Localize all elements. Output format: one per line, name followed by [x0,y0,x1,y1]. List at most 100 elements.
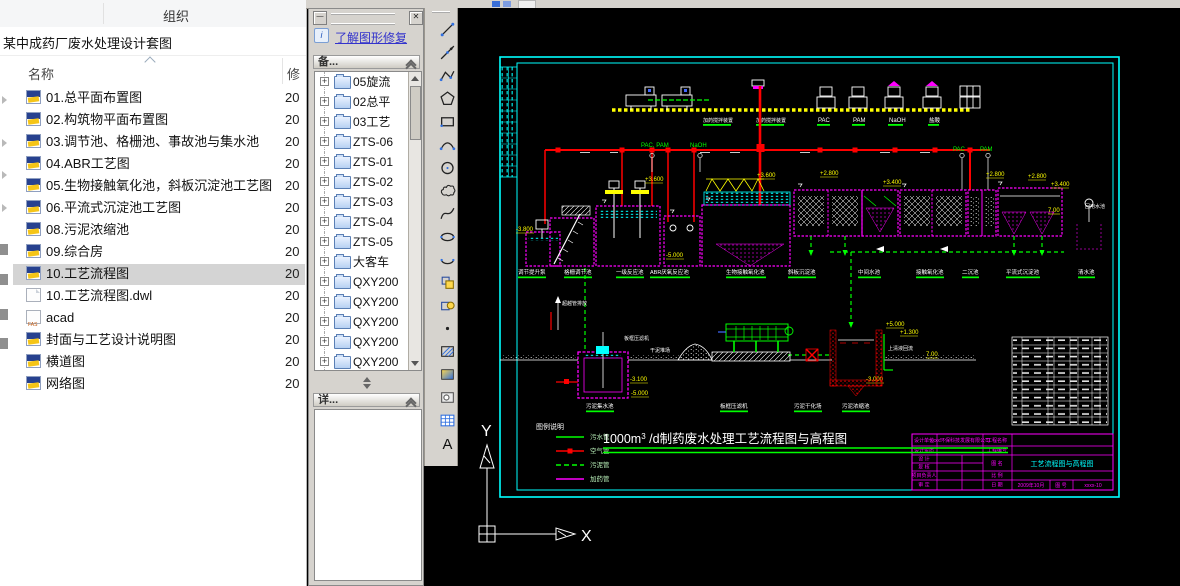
tree-item[interactable]: + QXY200 [315,292,421,312]
tool-spline-icon[interactable] [431,202,452,223]
tool-multiline-text-icon[interactable]: A [431,432,452,453]
tool-gradient-icon[interactable] [431,363,452,384]
svg-text:ABR厌氧反应池: ABR厌氧反应池 [650,268,689,276]
svg-text:PAC: PAC [818,118,831,124]
tool-region-icon[interactable] [431,386,452,407]
tree-item[interactable]: + ZTS-03 [315,192,421,212]
tool-table-icon[interactable] [431,409,452,430]
address-bar[interactable]: 某中成药厂废水处理设计套图 [0,27,306,56]
tool-construction-line-icon[interactable] [431,41,452,62]
tool-ellipse-arc-icon[interactable] [431,248,452,269]
tree-item[interactable]: + QXY200 [315,332,421,352]
expand-plus-icon[interactable]: + [320,197,329,206]
file-date: 20 [285,308,299,328]
tree-item[interactable]: + QXY200 [315,352,421,371]
expand-plus-icon[interactable]: + [320,137,329,146]
file-row[interactable]: 04.ABR工艺图20 [13,154,305,175]
tree-item[interactable]: + 03工艺 [315,112,421,132]
file-name: 03.调节池、格栅池、事故池与集水池 [46,132,259,152]
nav-expand-arrow-icon[interactable] [2,171,7,179]
expand-plus-icon[interactable]: + [320,357,329,366]
file-row-selected[interactable]: 10.工艺流程图20 [13,264,305,285]
palette-grip[interactable] [331,13,395,25]
tree-item[interactable]: + ZTS-02 [315,172,421,192]
expand-plus-icon[interactable]: + [320,237,329,246]
file-row[interactable]: 06.平流式沉淀池工艺图20 [13,198,305,219]
tool-circle-icon[interactable] [431,156,452,177]
file-row[interactable]: 01.总平面布置图20 [13,88,305,109]
backup-files-header[interactable]: 备... [313,55,420,69]
dwg-file-icon [26,354,41,368]
expand-plus-icon[interactable]: + [320,337,329,346]
expand-plus-icon[interactable]: + [320,217,329,226]
tool-revision-cloud-icon[interactable] [431,179,452,200]
expand-plus-icon[interactable]: + [320,177,329,186]
column-divider[interactable] [282,58,283,84]
model-space-background[interactable] [458,8,1180,586]
expand-plus-icon[interactable]: + [320,77,329,86]
tool-polyline-icon[interactable] [431,64,452,85]
minimize-icon[interactable]: — [313,11,327,25]
file-row[interactable]: 02.构筑物平面布置图20 [13,110,305,131]
file-row[interactable]: 10.工艺流程图.dwl20 [13,286,305,307]
palette-splitter[interactable] [359,377,375,389]
svg-text:清水池: 清水池 [1078,268,1095,276]
tree-item[interactable]: + 大客车 [315,252,421,272]
scroll-down-icon[interactable] [411,361,419,366]
dwg-file-icon [26,178,41,192]
learn-recovery-link[interactable]: 了解图形修复 [335,29,407,46]
drawing-name: 工艺流程图与高程图 [1031,459,1094,468]
tree-scrollbar[interactable] [408,72,421,370]
scroll-up-icon[interactable] [411,76,419,81]
nav-expand-arrow-icon[interactable] [2,96,7,104]
file-row[interactable]: 网络图20 [13,374,305,395]
cad-drawing-canvas[interactable]: 加药搅拌装置 加药搅拌装置 PAC PAM NaOH 盐酸 [458,8,1180,586]
file-row[interactable]: 09.综合房20 [13,242,305,263]
expand-plus-icon[interactable]: + [320,157,329,166]
column-header-name[interactable]: 名称 [28,64,54,83]
tool-rectangle-icon[interactable] [431,110,452,131]
tool-ellipse-icon[interactable] [431,225,452,246]
file-row[interactable]: 03.调节池、格栅池、事故池与集水池20 [13,132,305,153]
nav-expand-arrow-icon[interactable] [2,139,7,147]
expand-plus-icon[interactable]: + [320,277,329,286]
tool-line-icon[interactable] [431,18,452,39]
clipped-toolbar-icon [503,1,511,7]
column-header-modified[interactable]: 修 [287,64,300,83]
file-row[interactable]: 08.污泥浓缩池20 [13,220,305,241]
tree-item[interactable]: + ZTS-04 [315,212,421,232]
expand-plus-icon[interactable]: + [320,117,329,126]
tool-arc-icon[interactable] [431,133,452,154]
svg-text:PAC, PAM: PAC, PAM [641,143,669,149]
details-header[interactable]: 详... [313,393,420,407]
expand-plus-icon[interactable]: + [320,297,329,306]
expand-plus-icon[interactable]: + [320,317,329,326]
svg-text:上清液回流: 上清液回流 [888,345,913,352]
file-row[interactable]: 05.生物接触氧化池，斜板沉淀池工艺图20 [13,176,305,197]
organize-menu[interactable]: 组织 [163,6,189,25]
tree-item-label: 02总平 [353,92,390,112]
svg-text:污泥浓缩池: 污泥浓缩池 [842,402,870,410]
expand-plus-icon[interactable]: + [320,257,329,266]
close-icon[interactable]: ✕ [409,11,423,25]
nav-expand-arrow-icon[interactable] [2,204,7,212]
tree-item[interactable]: + QXY200 [315,312,421,332]
tree-item[interactable]: + 02总平 [315,92,421,112]
tool-make-block-icon[interactable] [431,294,452,315]
file-row[interactable]: 横道图20 [13,352,305,373]
expand-plus-icon[interactable]: + [320,97,329,106]
file-row[interactable]: 封面与工艺设计说明图20 [13,330,305,351]
tool-hatch-icon[interactable] [431,340,452,361]
file-row[interactable]: FASacad20 [13,308,305,329]
tool-insert-block-icon[interactable] [431,271,452,292]
address-text: 某中成药厂废水处理设计套图 [3,33,172,52]
tree-item[interactable]: + ZTS-01 [315,152,421,172]
tree-item[interactable]: + ZTS-05 [315,232,421,252]
tree-item[interactable]: + QXY200 [315,272,421,292]
tree-item[interactable]: + 05旋流 [315,72,421,92]
tool-point-icon[interactable] [431,317,452,338]
scrollbar-thumb[interactable] [410,86,421,140]
tool-polygon-icon[interactable] [431,87,452,108]
dwg-file-icon [26,90,41,104]
tree-item[interactable]: + ZTS-06 [315,132,421,152]
